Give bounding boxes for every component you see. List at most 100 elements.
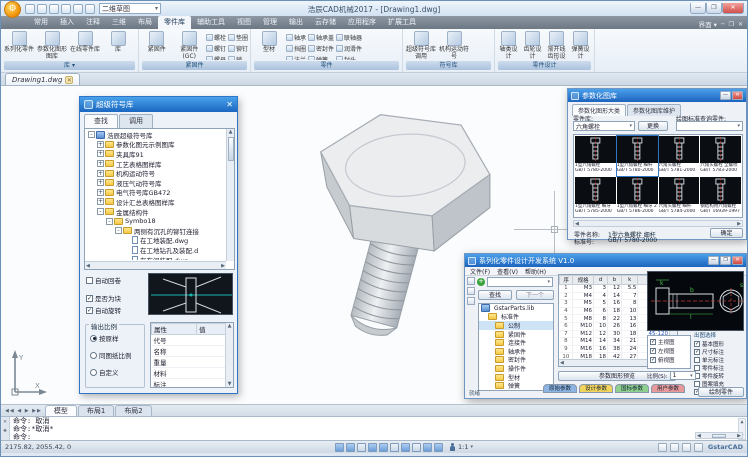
checked-box-icon[interactable]: ✓ bbox=[650, 357, 656, 363]
command-anchor-icon[interactable]: ◈ bbox=[3, 427, 7, 434]
tree-item[interactable]: 在车间装配.dwg bbox=[86, 255, 225, 260]
checked-box-icon[interactable]: ✓ bbox=[86, 307, 93, 314]
series-cell[interactable]: 14 bbox=[593, 338, 607, 346]
series-header-cell[interactable]: d bbox=[593, 276, 607, 285]
collapse-icon[interactable]: - bbox=[115, 227, 122, 234]
ribbon-tab[interactable]: 插入 bbox=[54, 16, 80, 29]
fastener-gc-button[interactable]: 紧固件(GC) bbox=[173, 30, 204, 60]
document-tab[interactable]: Drawing1.dwg ✕ bbox=[5, 73, 80, 85]
collapse-icon[interactable]: - bbox=[88, 131, 95, 138]
series-header-cell[interactable]: k bbox=[621, 276, 637, 285]
unlock-icon[interactable] bbox=[658, 443, 667, 452]
part-search-combo[interactable] bbox=[487, 277, 553, 287]
series-cell[interactable]: 22 bbox=[607, 315, 621, 323]
series-cell[interactable]: 9 bbox=[560, 345, 573, 353]
ribbon-group-label[interactable]: 零件 bbox=[254, 61, 399, 70]
motion-symbol-button[interactable]: 机构运动符号 bbox=[438, 30, 470, 60]
grid-icon[interactable] bbox=[346, 443, 355, 452]
series-cell[interactable]: 5 bbox=[560, 315, 573, 323]
ortho-icon[interactable] bbox=[357, 443, 366, 452]
series-tree-item[interactable]: 弹簧 bbox=[479, 381, 553, 390]
ribbon-tab[interactable]: 辅助工具 bbox=[191, 16, 231, 29]
interface-menu[interactable]: 界面 ▾ bbox=[699, 19, 717, 29]
lwt-icon[interactable] bbox=[423, 443, 432, 452]
series-tree-item[interactable]: GstarParts.lib bbox=[479, 304, 553, 313]
bolt-button[interactable]: 螺栓 bbox=[206, 32, 226, 43]
attr-value-cell[interactable] bbox=[197, 346, 226, 357]
series-tree-item[interactable]: 操作件 bbox=[479, 364, 553, 373]
tree-item[interactable]: +电气符号库GB472 bbox=[86, 188, 225, 198]
ribbon-close-icon[interactable]: ✕ bbox=[738, 21, 743, 28]
print-icon[interactable] bbox=[61, 4, 71, 14]
view-option[interactable]: ✓俯视图 bbox=[650, 355, 688, 364]
series-cell[interactable]: 2 bbox=[560, 292, 573, 300]
attr-header-cell[interactable]: 属性 bbox=[152, 324, 197, 335]
expand-icon[interactable]: + bbox=[97, 170, 104, 177]
drawing-canvas[interactable]: Y X 超级符号库 ✕ 查找调用 -浩辰超级符号库+参数化图元示例图库+夹具库9… bbox=[1, 86, 747, 404]
tree-item[interactable]: +参数化图元示例图库 bbox=[86, 140, 225, 150]
part-thumbnail[interactable]: 六角头螺栓 全螺纹GB/T 5783-2000 bbox=[700, 136, 741, 176]
series-header-cell[interactable]: 规格 bbox=[573, 276, 594, 285]
output-option[interactable]: 单元标注 bbox=[694, 356, 746, 364]
series-cell[interactable]: M5 bbox=[573, 300, 594, 308]
series-cell[interactable]: 21 bbox=[621, 338, 637, 346]
draw-part-button[interactable]: 绘制零件 bbox=[698, 387, 744, 397]
series-maximize-button[interactable]: ❐ bbox=[720, 256, 731, 265]
attr-row[interactable]: 名称 bbox=[152, 346, 226, 357]
attr-value-cell[interactable] bbox=[197, 379, 226, 389]
part-thumbnail[interactable]: 1型六角螺栓 细牙 2GB/T 5786-2000 bbox=[617, 177, 658, 217]
palette-checkbox[interactable]: ✓是否为块 bbox=[86, 293, 121, 303]
output-option[interactable]: ✓尺寸标注 bbox=[694, 348, 746, 356]
ribbon-group-label[interactable]: 库 ▾ bbox=[4, 61, 135, 70]
series-tree-item[interactable]: 型材 bbox=[479, 373, 553, 382]
find-button[interactable]: 查找 bbox=[478, 290, 512, 300]
ribbon-tab[interactable]: 布局 bbox=[132, 16, 158, 29]
series-cell[interactable]: 10 bbox=[621, 307, 637, 315]
radio-icon[interactable] bbox=[90, 352, 97, 359]
part-thumbnail[interactable]: 1型六角螺栓 细杆GB/T 5780-2000 bbox=[617, 136, 658, 176]
expand-icon[interactable]: + bbox=[97, 179, 104, 186]
fullscreen-icon[interactable] bbox=[694, 443, 703, 452]
bearing-cap-button[interactable]: 轴承盖 bbox=[308, 32, 334, 43]
change-button[interactable]: 更换 bbox=[638, 121, 668, 131]
expand-icon[interactable]: + bbox=[97, 141, 104, 148]
close-button[interactable]: ✕ bbox=[722, 3, 744, 14]
series-cell[interactable]: 18 bbox=[621, 330, 637, 338]
ribbon-minimize-icon[interactable]: ─ bbox=[721, 21, 725, 28]
command-close-icon[interactable]: ✕ bbox=[3, 418, 7, 425]
radio-icon[interactable] bbox=[90, 369, 97, 376]
lib-combo[interactable]: 六角螺栓 bbox=[573, 121, 635, 131]
series-cell[interactable]: 8 bbox=[621, 300, 637, 308]
param-close-button[interactable]: ✕ bbox=[732, 91, 743, 100]
layout-nav-arrows[interactable]: ◀◀ ◀ ▶ ▶▶ bbox=[5, 408, 42, 414]
parameter-tab[interactable]: 原始参数 bbox=[543, 384, 577, 393]
document-close-icon[interactable]: ✕ bbox=[65, 76, 73, 84]
series-tree-item[interactable]: 紧固件 bbox=[479, 330, 553, 339]
redo-icon[interactable] bbox=[85, 4, 95, 14]
series-cell[interactable]: 3 bbox=[593, 285, 607, 293]
menu-item[interactable]: 查看(V) bbox=[497, 267, 518, 276]
layout-tab[interactable]: 布局2 bbox=[115, 405, 151, 416]
view-mode-icon[interactable] bbox=[467, 297, 475, 305]
series-cell[interactable]: M6 bbox=[573, 307, 594, 315]
shaft-design-button[interactable]: 轴类设计 bbox=[497, 30, 520, 60]
palette-title-bar[interactable]: 超级符号库 ✕ bbox=[80, 97, 237, 112]
snap-icon[interactable] bbox=[335, 443, 344, 452]
series-minimize-button[interactable]: — bbox=[708, 256, 719, 265]
series-cell[interactable]: 13 bbox=[621, 315, 637, 323]
tree-horizontal-scrollbar[interactable]: ◀▶ bbox=[85, 261, 226, 269]
filter-icon[interactable] bbox=[467, 277, 475, 285]
ribbon-tab[interactable]: 视图 bbox=[231, 16, 257, 29]
palette-checkbox[interactable]: 自动回卷 bbox=[86, 275, 121, 285]
ribbon-tab[interactable]: 常用 bbox=[28, 16, 54, 29]
palette-tab[interactable]: 查找 bbox=[84, 114, 118, 128]
attr-row[interactable]: 代号 bbox=[152, 335, 226, 346]
checked-box-icon[interactable]: ✓ bbox=[650, 339, 656, 345]
part-thumbnail[interactable]: 六角头螺栓GB/T 5781-2000 bbox=[659, 136, 700, 176]
collapse-icon[interactable]: - bbox=[106, 218, 113, 225]
series-part-button[interactable]: 系列化零件 bbox=[3, 30, 35, 54]
scale-radio[interactable]: 同图纸比例 bbox=[90, 350, 132, 360]
add-icon[interactable]: + bbox=[477, 278, 485, 286]
checked-box-icon[interactable]: ✓ bbox=[650, 348, 656, 354]
screw-button[interactable]: 螺钉 bbox=[206, 43, 226, 54]
